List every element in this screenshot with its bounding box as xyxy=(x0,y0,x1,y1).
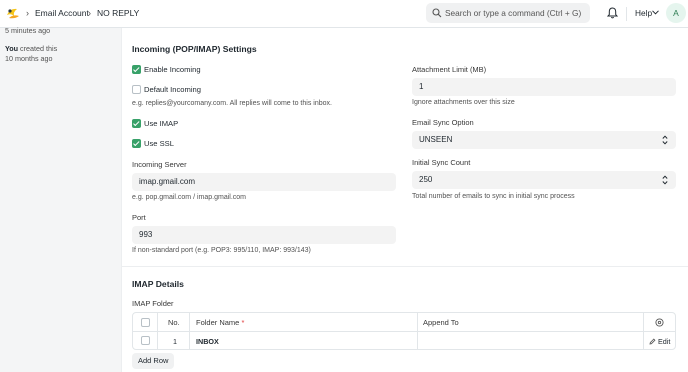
section-divider xyxy=(121,266,688,267)
select-arrows-icon xyxy=(662,175,668,185)
column-divider xyxy=(643,313,644,349)
search-placeholder: Search or type a command (Ctrl + G) xyxy=(445,8,582,18)
folder-name-cell[interactable]: INBOX xyxy=(196,337,219,346)
use-imap-label: Use IMAP xyxy=(144,119,179,128)
navbar-divider xyxy=(626,7,627,21)
breadcrumb-email-account[interactable]: Email Account xyxy=(35,8,89,18)
email-sync-option-label: Email Sync Option xyxy=(412,118,474,127)
imap-folder-table: No. Folder Name * Append To 1 INBOX Edit xyxy=(132,312,676,350)
default-incoming-description: e.g. replies@yourcomany.com. All replies… xyxy=(132,100,332,107)
attachment-limit-input[interactable]: 1 xyxy=(412,78,676,96)
port-label: Port xyxy=(132,213,146,222)
avatar[interactable]: A xyxy=(666,3,686,23)
column-divider xyxy=(157,313,158,349)
required-mark: * xyxy=(241,318,245,327)
column-divider xyxy=(417,313,418,349)
timeline-item-time: 10 months ago xyxy=(5,54,53,63)
chevron-right-icon: › xyxy=(26,8,29,18)
incoming-server-description: e.g. pop.gmail.com / imap.gmail.com xyxy=(132,194,246,201)
use-ssl-checkbox[interactable] xyxy=(132,139,141,148)
default-incoming-checkbox[interactable] xyxy=(132,85,141,94)
chevron-right-icon: › xyxy=(88,8,91,18)
incoming-server-input[interactable]: imap.gmail.com xyxy=(132,173,396,191)
initial-sync-count-description: Total number of emails to sync in initia… xyxy=(412,193,575,200)
column-divider xyxy=(189,313,190,349)
notification-bell-icon[interactable] xyxy=(607,7,618,19)
email-sync-option-value: UNSEEN xyxy=(419,135,453,144)
settings-gear-icon[interactable] xyxy=(655,318,664,327)
section-title-imap: IMAP Details xyxy=(132,279,184,289)
timeline-action: created this xyxy=(20,44,58,53)
column-header-append-to: Append To xyxy=(423,318,459,327)
column-header-folder-name: Folder Name * xyxy=(196,318,244,327)
navbar: › Email Account › NO REPLY Search or typ… xyxy=(0,0,688,28)
port-input[interactable]: 993 xyxy=(132,226,396,244)
select-all-checkbox[interactable] xyxy=(141,318,150,327)
timeline-actor: You xyxy=(5,44,19,53)
default-incoming-label: Default Incoming xyxy=(144,85,201,94)
initial-sync-count-value: 250 xyxy=(419,175,433,184)
folder-name-header-text: Folder Name xyxy=(196,318,240,327)
initial-sync-count-label: Initial Sync Count xyxy=(412,158,471,167)
edit-label: Edit xyxy=(658,337,671,346)
select-arrows-icon xyxy=(662,135,668,145)
table-row[interactable]: 1 INBOX Edit xyxy=(133,332,675,350)
enable-incoming-label: Enable Incoming xyxy=(144,65,201,74)
row-number: 1 xyxy=(173,337,177,346)
pencil-icon xyxy=(649,338,656,345)
app-logo-icon[interactable] xyxy=(5,6,21,22)
use-ssl-label: Use SSL xyxy=(144,139,174,148)
row-edit-button[interactable]: Edit xyxy=(649,337,670,346)
add-row-button[interactable]: Add Row xyxy=(132,353,175,369)
attachment-limit-description: Ignore attachments over this size xyxy=(412,99,515,106)
section-title-incoming: Incoming (POP/IMAP) Settings xyxy=(132,44,257,54)
help-menu[interactable]: Help xyxy=(635,8,652,18)
column-header-no: No. xyxy=(168,318,180,327)
breadcrumb-no-reply[interactable]: NO REPLY xyxy=(97,8,139,18)
chevron-down-icon[interactable] xyxy=(652,10,659,15)
table-header: No. Folder Name * Append To xyxy=(133,313,675,332)
imap-folder-label: IMAP Folder xyxy=(132,299,174,308)
attachment-limit-label: Attachment Limit (MB) xyxy=(412,65,487,74)
use-imap-checkbox[interactable] xyxy=(132,119,141,128)
incoming-server-label: Incoming Server xyxy=(132,160,187,169)
row-checkbox[interactable] xyxy=(141,336,150,345)
email-sync-option-select[interactable]: UNSEEN xyxy=(412,131,676,149)
port-description: If non-standard port (e.g. POP3: 995/110… xyxy=(132,247,311,254)
timeline-item-created: You created this xyxy=(5,44,57,54)
search-bar[interactable]: Search or type a command (Ctrl + G) xyxy=(426,3,590,23)
search-icon xyxy=(432,8,442,18)
timeline-item-time: 5 minutes ago xyxy=(5,26,51,35)
enable-incoming-checkbox[interactable] xyxy=(132,65,141,74)
initial-sync-count-select[interactable]: 250 xyxy=(412,171,676,189)
